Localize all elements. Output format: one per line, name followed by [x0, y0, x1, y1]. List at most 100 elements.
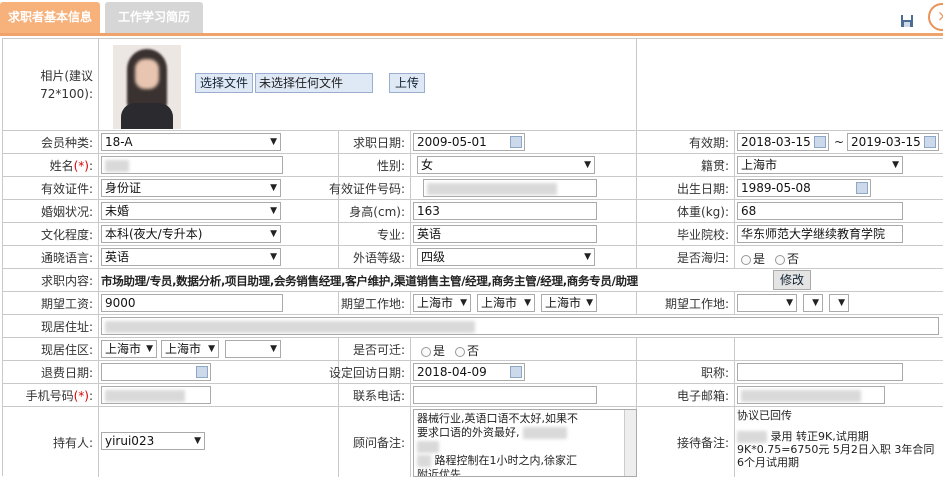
consultant-note-textarea[interactable]: 器械行业,英语口语不太好,如果不 要求口语的外资最好, 路程控制在1小时之内,徐… — [413, 409, 637, 477]
salary-label: 期望工资: — [40, 296, 93, 311]
id-number-input[interactable] — [423, 179, 597, 197]
education-select[interactable]: 本科(夜大/专升本) ▼ — [101, 225, 281, 243]
row-job: 求职内容: 市场助理/专员,数据分析,项目助理,会务销售经理,客户维护,渠道销售… — [3, 269, 943, 292]
visit-date-input[interactable]: 2018-04-09 — [413, 363, 525, 381]
apply-date-input[interactable]: 2009-05-01 — [413, 133, 525, 151]
school-label: 毕业院校: — [676, 227, 729, 242]
calendar-icon[interactable] — [510, 136, 522, 148]
major-label: 专业: — [376, 227, 405, 242]
photo-label: 相片(建议72*100): — [40, 68, 93, 101]
modify-button[interactable]: 修改 — [773, 270, 811, 290]
address-label: 现居住址: — [40, 319, 93, 334]
work-location-select-1[interactable]: 上海市 ▼ — [413, 294, 471, 312]
row-address: 现居住址: — [3, 315, 943, 338]
address-input[interactable] — [101, 317, 939, 335]
work-location-select-4[interactable]: ▼ — [737, 294, 797, 312]
relocate-label: 是否可迁: — [352, 342, 405, 357]
height-input[interactable]: 163 — [413, 202, 597, 220]
choose-file-button[interactable]: 选择文件 — [195, 73, 253, 93]
validity-separator: ~ — [834, 135, 845, 149]
avatar — [113, 45, 181, 129]
district-label: 现居住区: — [40, 342, 93, 357]
notes-scrollbar[interactable] — [624, 410, 636, 476]
district-select-2[interactable]: 上海市 ▼ — [161, 340, 219, 358]
tab-basic-info[interactable]: 求职者基本信息 — [0, 2, 100, 33]
row-membership: 会员种类: 18-A ▼ 求职日期: 2009-05-01 有效期: 2018-0… — [3, 131, 943, 154]
upload-button[interactable]: 上传 — [389, 73, 425, 93]
refund-label: 退费日期: — [40, 365, 93, 380]
birth-date-input[interactable]: 1989-05-08 — [737, 179, 871, 197]
language-select[interactable]: 英语 ▼ — [101, 248, 281, 266]
photo-row: 相片(建议72*100): 选择文件 未选择任何文件 上传 — [3, 39, 943, 131]
title-input[interactable] — [737, 363, 903, 381]
membership-select[interactable]: 18-A ▼ — [101, 133, 281, 151]
origin-label: 籍贯: — [700, 158, 729, 173]
email-label: 电子邮箱: — [676, 388, 729, 403]
title-label: 职称: — [700, 365, 729, 380]
work-location-select-2[interactable]: 上海市 ▼ — [477, 294, 535, 312]
refund-date-input[interactable] — [101, 363, 211, 381]
row-name: 姓名(*): 性别: 女 ▼ 籍贯: 上海市 ▼ — [3, 154, 943, 177]
close-icon[interactable]: × — [928, 3, 943, 31]
relocate-no-radio[interactable]: 否 — [455, 342, 479, 359]
job-value: 市场助理/专员,数据分析,项目助理,会务销售经理,客户维护,渠道销售主管/经理,… — [101, 274, 638, 288]
id-number-label: 有效证件号码: — [328, 181, 405, 196]
email-input[interactable] — [737, 386, 885, 404]
marital-select[interactable]: 未婚 ▼ — [101, 202, 281, 220]
mobile-input[interactable] — [101, 386, 211, 404]
save-icon[interactable] — [900, 14, 914, 28]
row-salary: 期望工资: 9000 期望工作地: 上海市 ▼ 上海市 ▼ 上海市 ▼ 期望工作地: … — [3, 292, 943, 315]
height-label: 身高(cm): — [349, 204, 405, 219]
row-notes: 持有人: yirui023 ▼ 顾问备注: 器械行业,英语口语不太好,如果不 要求… — [3, 407, 943, 477]
owner-select[interactable]: yirui023 ▼ — [101, 432, 205, 450]
tab-work-study-resume[interactable]: 工作学习简历 — [105, 2, 203, 33]
marital-label: 婚姻状况: — [40, 204, 93, 219]
overseas-yes-radio[interactable]: 是 — [741, 250, 765, 267]
row-mobile: 手机号码(*): 联系电话: 电子邮箱: — [3, 384, 943, 407]
name-label: 姓名(*): — [49, 158, 93, 173]
no-file-text: 未选择任何文件 — [255, 73, 373, 93]
lang-level-select[interactable]: 四级 ▼ — [417, 248, 595, 266]
salary-input[interactable]: 9000 — [101, 294, 283, 312]
calendar-icon[interactable] — [924, 136, 936, 148]
gender-select[interactable]: 女 ▼ — [417, 156, 595, 174]
validity-start-input[interactable]: 2018-03-15 — [737, 133, 829, 151]
education-label: 文化程度: — [40, 227, 93, 242]
calendar-icon[interactable] — [196, 366, 208, 378]
district-select-3[interactable]: ▼ — [225, 340, 281, 358]
calendar-icon[interactable] — [856, 182, 868, 194]
work-location-select-3[interactable]: 上海市 ▼ — [541, 294, 597, 312]
work-location-select-6[interactable]: ▼ — [829, 294, 849, 312]
validity-end-input[interactable]: 2019-03-15 — [847, 133, 939, 151]
calendar-icon[interactable] — [510, 366, 522, 378]
overseas-no-radio[interactable]: 否 — [775, 250, 799, 267]
overseas-label: 是否海归: — [676, 250, 729, 265]
row-language: 通晓语言: 英语 ▼ 外语等级: 四级 ▼ 是否海归: 是 否 — [3, 246, 943, 269]
weight-input[interactable]: 68 — [737, 202, 903, 220]
visit-label: 设定回访日期: — [328, 365, 405, 380]
row-district: 现居住区: 上海市 ▼ 上海市 ▼ ▼ 是否可迁: 是 否 — [3, 338, 943, 361]
membership-label: 会员种类: — [40, 135, 93, 150]
owner-label: 持有人: — [52, 435, 93, 450]
origin-select[interactable]: 上海市 ▼ — [737, 156, 903, 174]
work-location-label: 期望工作地: — [340, 296, 405, 311]
school-input[interactable]: 华东师范大学继续教育学院 — [737, 225, 903, 243]
major-input[interactable]: 英语 — [413, 225, 597, 243]
phone-label: 联系电话: — [352, 388, 405, 403]
row-marital: 婚姻状况: 未婚 ▼ 身高(cm): 163 体重(kg): 68 — [3, 200, 943, 223]
row-education: 文化程度: 本科(夜大/专升本) ▼ 专业: 英语 毕业院校: 华东师范大学继续教… — [3, 223, 943, 246]
relocate-yes-radio[interactable]: 是 — [421, 342, 445, 359]
apply-date-label: 求职日期: — [352, 135, 405, 150]
id-type-select[interactable]: 身份证 ▼ — [101, 179, 281, 197]
district-select-1[interactable]: 上海市 ▼ — [101, 340, 157, 358]
lang-level-label: 外语等级: — [352, 250, 405, 265]
calendar-icon[interactable] — [814, 136, 826, 148]
work-location-label-2: 期望工作地: — [664, 296, 729, 311]
birth-label: 出生日期: — [676, 181, 729, 196]
reception-note-text: 协议已回传 录用 转正9K,试用期 9K*0.75=6750元 5月2日入职 3… — [737, 409, 935, 469]
reception-note-label: 接待备注: — [676, 435, 729, 450]
work-location-select-5[interactable]: ▼ — [803, 294, 823, 312]
language-label: 通晓语言: — [40, 250, 93, 265]
phone-input[interactable] — [413, 386, 597, 404]
name-input[interactable] — [101, 156, 283, 174]
